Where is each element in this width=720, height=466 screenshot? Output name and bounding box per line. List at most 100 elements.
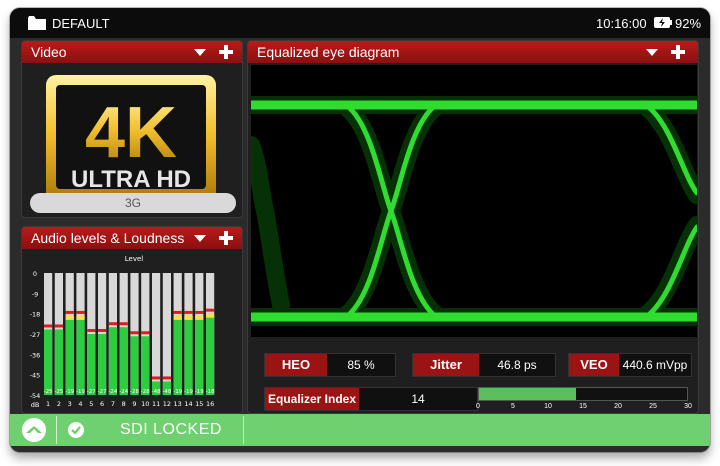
audio-peak-marker	[119, 322, 128, 326]
equalizer-scale-tick: 25	[649, 403, 657, 410]
audio-meter-bar	[87, 334, 96, 395]
audio-channel-label: 4	[78, 400, 82, 408]
audio-meter-bar	[98, 334, 107, 395]
audio-y-tick: -9	[32, 290, 38, 298]
audio-peak-value: -25	[44, 389, 53, 395]
audio-peak-value: -27	[87, 389, 96, 395]
sdi-lock-status: SDI LOCKED	[120, 421, 222, 438]
audio-meter-bar	[173, 315, 182, 395]
video-panel-title: Video	[31, 44, 67, 60]
equalizer-scale-tick: 15	[579, 403, 587, 410]
audio-meter-warning	[206, 313, 215, 318]
audio-peak-marker	[130, 331, 139, 335]
equalizer-scale-tick: 0	[476, 403, 480, 410]
add-icon[interactable]	[670, 44, 686, 60]
audio-peak-marker	[108, 322, 117, 326]
audio-meter-warning	[195, 315, 204, 320]
jitter-value: 46.8 ps	[497, 358, 537, 372]
audio-peak-value: -19	[65, 389, 74, 395]
veo-measurement: VEO 440.6 mVpp	[568, 353, 692, 377]
profile-name[interactable]: DEFAULT	[52, 16, 110, 31]
audio-meter-bar	[206, 313, 215, 395]
chevron-down-icon[interactable]	[194, 235, 206, 242]
audio-y-tick: -45	[30, 372, 41, 380]
add-icon[interactable]	[218, 230, 234, 246]
battery-icon	[654, 17, 672, 28]
audio-channel-label: 16	[206, 400, 214, 408]
audio-meter-bar	[184, 315, 193, 395]
audio-peak-marker	[162, 376, 171, 380]
logo-ultra-hd-text: ULTRA HD	[71, 166, 191, 193]
audio-meter-warning	[184, 315, 193, 320]
eye-diagram-panel: Equalized eye diagram HEO 85 % Jitter 46…	[247, 40, 699, 414]
audio-chart-title: Level	[125, 255, 144, 263]
audio-meter-bar	[108, 327, 117, 395]
equalizer-index-value: 14	[411, 392, 425, 406]
clock: 10:16:00	[596, 16, 647, 31]
audio-peak-value: -19	[195, 389, 204, 395]
heo-value: 85 %	[347, 358, 375, 372]
equalizer-scale-tick: 30	[684, 403, 692, 410]
audio-peak-value: -24	[119, 389, 128, 395]
audio-peak-value: -19	[173, 389, 182, 395]
eye-panel-title: Equalized eye diagram	[257, 44, 400, 60]
audio-peak-marker	[184, 310, 193, 314]
equalizer-index-measurement: Equalizer Index 14	[264, 387, 478, 411]
audio-peak-marker	[98, 329, 107, 332]
audio-meter-warning	[76, 315, 85, 320]
audio-peak-value: -48	[152, 389, 161, 395]
chevron-down-icon[interactable]	[646, 49, 658, 56]
add-icon[interactable]	[218, 44, 234, 60]
equalizer-index-label: Equalizer Index	[265, 388, 359, 410]
chevron-down-icon[interactable]	[194, 49, 206, 56]
audio-meter-bar	[195, 315, 204, 395]
folder-icon[interactable]	[28, 16, 46, 30]
audio-meter-bar	[76, 315, 85, 395]
check-icon	[68, 422, 84, 438]
footer-separator	[56, 416, 57, 444]
audio-y-tick: -54	[30, 392, 41, 400]
audio-channel-label: 14	[184, 400, 192, 408]
audio-channel-label: 15	[195, 400, 203, 408]
equalizer-scale-tick: 20	[614, 403, 622, 410]
status-footer: SDI LOCKED	[10, 414, 710, 446]
home-logo-icon[interactable]	[22, 418, 46, 442]
audio-level-meters: Level 0 -9 -18 -27 -36 -45 -54dB -25 1 -25 2 -19 3 -1…	[30, 255, 215, 409]
audio-y-tick: -18	[30, 311, 41, 319]
audio-peak-value: -24	[108, 389, 117, 395]
audio-peak-marker	[54, 324, 63, 328]
audio-panel-title: Audio levels & Loudness	[31, 230, 185, 246]
status-bar: DEFAULT 10:16:00 92%	[10, 8, 710, 38]
audio-meter-bar	[119, 327, 128, 395]
video-panel-header: Video	[22, 41, 242, 63]
audio-channel-label: 9	[132, 400, 136, 408]
audio-peak-marker	[44, 324, 53, 328]
video-panel: Video 4K ULTRA HD 3G	[21, 40, 243, 218]
footer-separator	[243, 416, 244, 444]
audio-peak-marker	[141, 331, 150, 335]
audio-peak-value: -48	[162, 389, 171, 395]
audio-peak-marker	[195, 310, 204, 314]
audio-channel-label: 8	[122, 400, 126, 408]
audio-peak-marker	[206, 308, 215, 312]
ultra-hd-4k-logo: 4K ULTRA HD	[46, 75, 216, 203]
audio-meter-bar	[65, 315, 74, 395]
audio-y-tick: dB	[31, 401, 40, 409]
audio-peak-value: -19	[184, 389, 193, 395]
audio-y-tick: -36	[30, 351, 41, 359]
audio-y-tick: 0	[33, 270, 37, 278]
equalizer-scale-tick: 5	[511, 403, 515, 410]
audio-channel-label: 10	[141, 400, 149, 408]
audio-peak-value: -18	[206, 389, 215, 395]
audio-channel-label: 2	[57, 400, 61, 408]
audio-meter-bar	[141, 336, 150, 395]
audio-peak-marker	[87, 329, 96, 332]
veo-label: VEO	[569, 354, 619, 376]
audio-peak-marker	[65, 310, 74, 314]
audio-meter-bar	[130, 336, 139, 395]
equalizer-index-bar	[478, 387, 688, 401]
audio-channel-label: 5	[89, 400, 93, 408]
heo-measurement: HEO 85 %	[264, 353, 396, 377]
audio-channel-label: 6	[100, 400, 104, 408]
jitter-measurement: Jitter 46.8 ps	[412, 353, 556, 377]
